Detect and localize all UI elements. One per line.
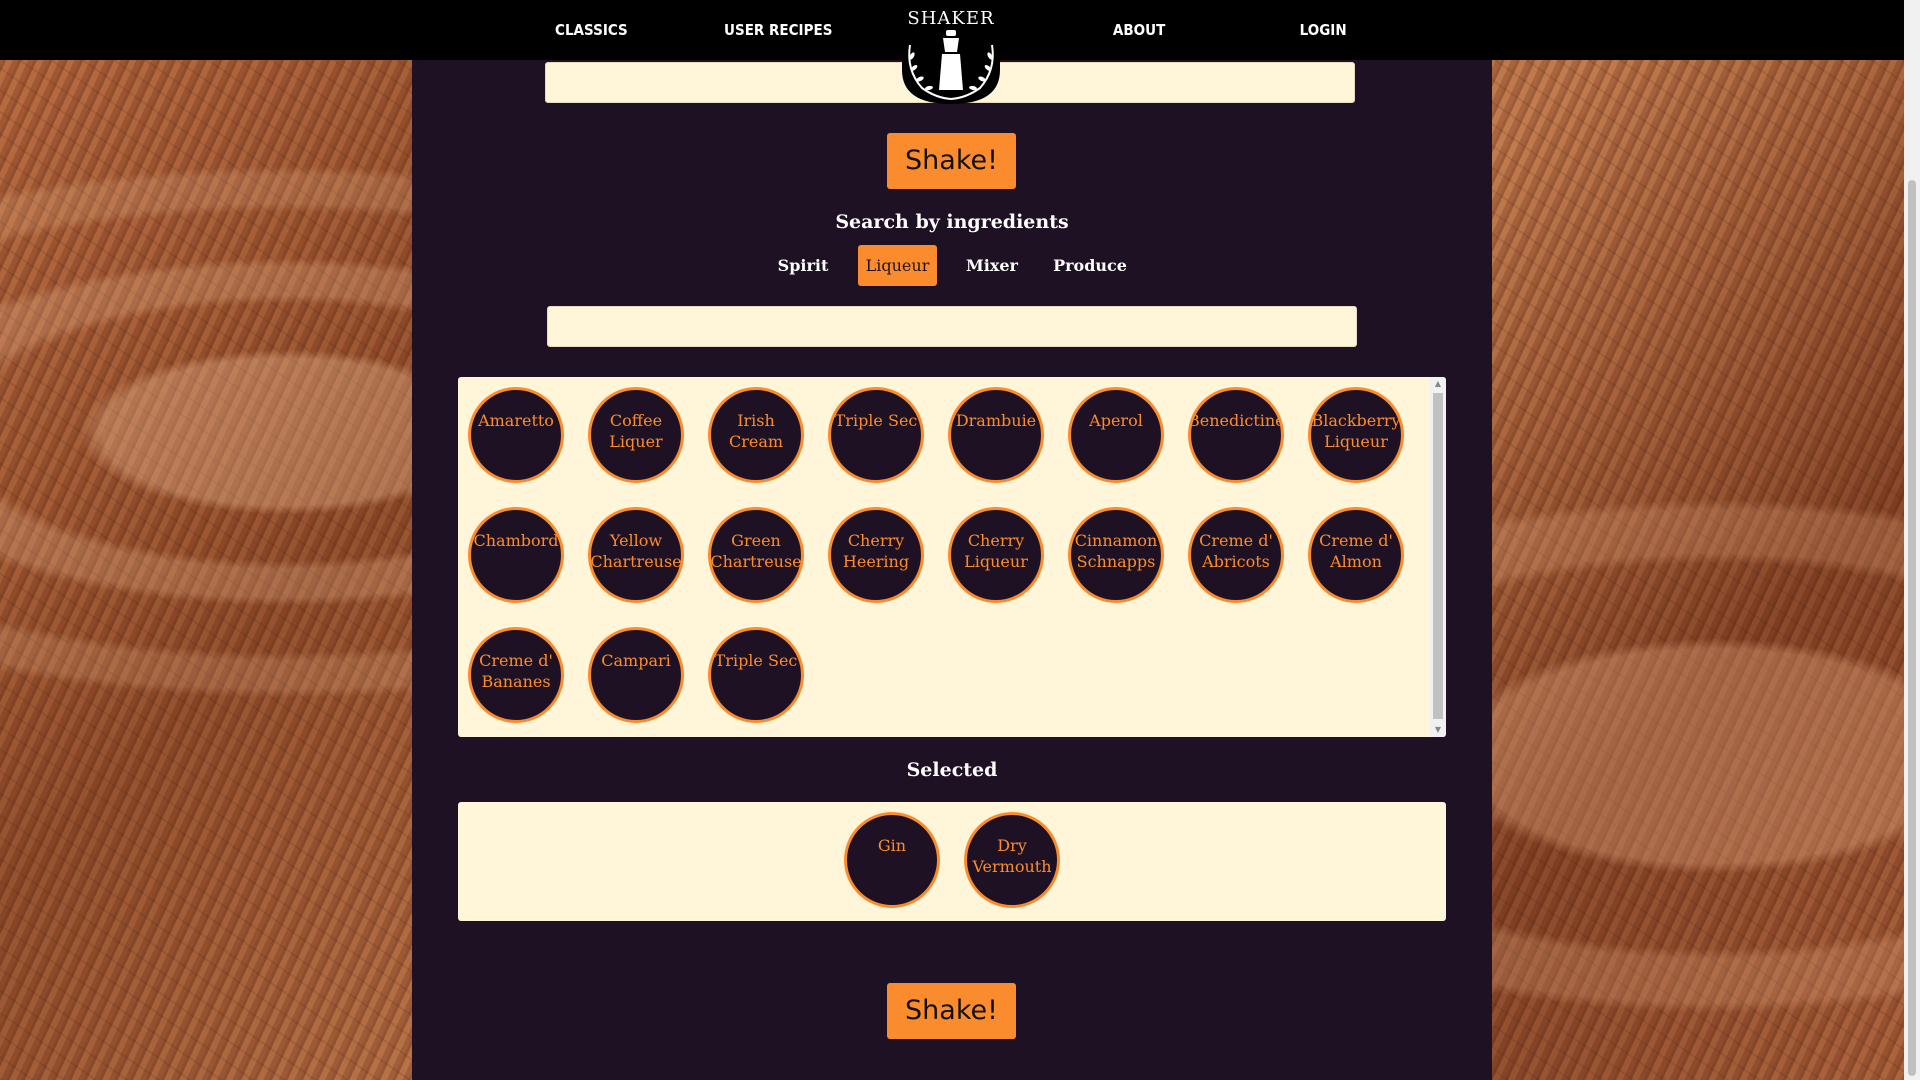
- selected-ingredient-circle[interactable]: Gin: [844, 812, 940, 908]
- selected-ingredient-label: Dry Vermouth: [972, 836, 1052, 876]
- ingredient-list-scrollbar[interactable]: ▲ ▼: [1430, 377, 1446, 737]
- ingredient-list[interactable]: Amaretto Coffee Liquer Irish Cream Triple S…: [458, 377, 1446, 737]
- selected-row: Gin Dry Vermouth: [458, 812, 1446, 908]
- shake-button-top[interactable]: Shake!: [887, 133, 1016, 189]
- ingredient-circle[interactable]: Yellow Chartreuse: [588, 507, 684, 603]
- tab-liqueur[interactable]: Liqueur: [858, 245, 937, 286]
- shaker-logo[interactable]: SHAKER: [900, 0, 1002, 105]
- ingredient-label: Triple Sec: [834, 411, 918, 430]
- search-by-ingredients-heading: Search by ingredients: [835, 211, 1069, 233]
- tab-produce[interactable]: Produce: [1050, 245, 1130, 286]
- ingredient-label: Drambuie: [955, 411, 1037, 430]
- scroll-down-arrow-icon[interactable]: ▼: [1430, 723, 1446, 737]
- ingredient-label: Irish Cream: [728, 411, 784, 451]
- ingredient-circle[interactable]: Creme d' Abricots: [1188, 507, 1284, 603]
- ingredient-circle[interactable]: Cherry Liqueur: [948, 507, 1044, 603]
- ingredient-circle[interactable]: Irish Cream: [708, 387, 804, 483]
- ingredient-label: Coffee Liquer: [609, 411, 663, 451]
- ingredient-label: Cherry Heering: [842, 531, 910, 571]
- ingredient-circle[interactable]: Green Chartreuse: [708, 507, 804, 603]
- page-scrollbar[interactable]: [1904, 0, 1920, 1080]
- ingredient-circle[interactable]: Creme d' Almon: [1308, 507, 1404, 603]
- ingredient-circle[interactable]: Coffee Liquer: [588, 387, 684, 483]
- ingredient-circle[interactable]: Cherry Heering: [828, 507, 924, 603]
- ingredient-label: Chambord: [473, 531, 559, 550]
- ingredient-label: Aperol: [1089, 411, 1143, 430]
- ingredient-circle[interactable]: Creme d' Bananes: [468, 627, 564, 723]
- ingredient-label: Creme d' Bananes: [479, 651, 553, 691]
- selected-heading: Selected: [906, 759, 998, 781]
- ingredient-label: Cherry Liqueur: [964, 531, 1028, 571]
- page-scroll-thumb[interactable]: [1908, 180, 1916, 1076]
- ingredient-circle[interactable]: Triple Sec: [708, 627, 804, 723]
- ingredient-circle[interactable]: Triple Sec: [828, 387, 924, 483]
- nav-classics[interactable]: CLASSICS: [555, 0, 628, 60]
- nav-about[interactable]: ABOUT: [1113, 0, 1165, 60]
- ingredient-label: Cinnamon Schnapps: [1074, 531, 1158, 571]
- selected-ingredient-label: Gin: [877, 836, 907, 855]
- shake-button-bottom[interactable]: Shake!: [887, 983, 1016, 1039]
- tab-spirit[interactable]: Spirit: [773, 245, 833, 286]
- nav-login[interactable]: LOGIN: [1300, 0, 1347, 60]
- ingredient-circle[interactable]: Campari: [588, 627, 684, 723]
- ingredient-search-input[interactable]: [547, 306, 1357, 347]
- ingredient-grid: Amaretto Coffee Liquer Irish Cream Triple S…: [468, 387, 1428, 723]
- selected-ingredients: Gin Dry Vermouth: [458, 802, 1446, 921]
- ingredient-label: Campari: [601, 651, 671, 670]
- ingredient-circle[interactable]: Cinnamon Schnapps: [1068, 507, 1164, 603]
- ingredient-label: Creme d' Abricots: [1199, 531, 1273, 571]
- ingredient-label: Green Chartreuse: [710, 531, 802, 571]
- ingredient-label: Amaretto: [478, 411, 554, 430]
- ingredient-list-scroll-thumb[interactable]: [1433, 393, 1443, 719]
- tab-mixer[interactable]: Mixer: [962, 245, 1022, 286]
- ingredient-label: Triple Sec: [714, 651, 798, 670]
- ingredient-label: Creme d' Almon: [1319, 531, 1393, 571]
- ingredient-circle[interactable]: Blackberry Liqueur: [1308, 387, 1404, 483]
- ingredient-circle[interactable]: Drambuie: [948, 387, 1044, 483]
- ingredient-circle[interactable]: Benedictine: [1188, 387, 1284, 483]
- logo-text: SHAKER: [907, 8, 995, 29]
- scroll-up-arrow-icon[interactable]: ▲: [1430, 377, 1446, 391]
- ingredient-circle[interactable]: Aperol: [1068, 387, 1164, 483]
- ingredient-circle[interactable]: Chambord: [468, 507, 564, 603]
- ingredient-circle[interactable]: Amaretto: [468, 387, 564, 483]
- ingredient-label: Benedictine: [1188, 411, 1284, 430]
- ingredient-label: Yellow Chartreuse: [590, 531, 682, 571]
- selected-ingredient-circle[interactable]: Dry Vermouth: [964, 812, 1060, 908]
- ingredient-label: Blackberry Liqueur: [1311, 411, 1401, 451]
- nav-user-recipes[interactable]: USER RECIPES: [724, 0, 832, 60]
